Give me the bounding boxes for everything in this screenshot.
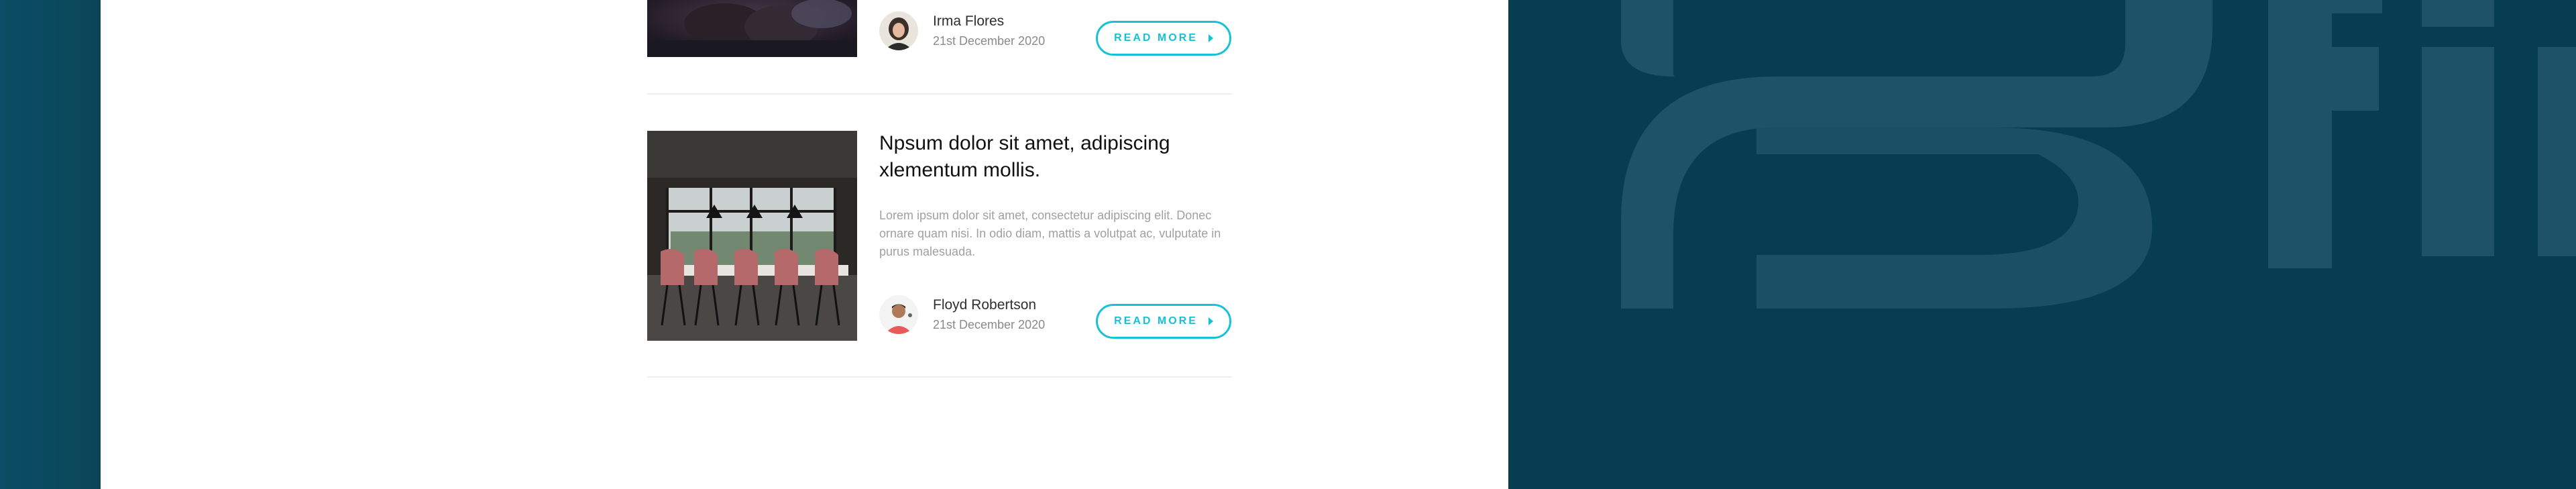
post-1-read-more-button[interactable]: READ MORE — [1096, 21, 1231, 56]
author-avatar — [879, 295, 918, 334]
brand-logo-watermark — [1621, 0, 2576, 309]
post-2-photo — [647, 131, 857, 341]
caret-right-icon — [1208, 34, 1213, 42]
author-avatar — [879, 11, 918, 50]
post-1-photo — [647, 0, 857, 57]
post-2-image[interactable] — [647, 131, 857, 341]
post-divider — [647, 376, 1232, 378]
post-2-date: 21st December 2020 — [933, 318, 1046, 331]
post-1-image[interactable] — [647, 0, 857, 57]
post-2-excerpt: Lorem ipsum dolor sit amet, consectetur … — [879, 209, 1221, 258]
post-divider — [647, 93, 1232, 95]
post-1-author: Irma Flores — [933, 13, 1005, 29]
brand-background — [1508, 0, 2576, 489]
read-more-label: READ MORE — [1114, 315, 1198, 327]
caret-right-icon — [1208, 317, 1213, 325]
post-1-date: 21st December 2020 — [933, 34, 1046, 48]
post-2-read-more-button[interactable]: READ MORE — [1096, 304, 1231, 339]
page-background-left — [0, 0, 101, 489]
read-more-label: READ MORE — [1114, 32, 1198, 44]
post-2-title[interactable]: Npsum dolor sit amet, adipiscing xlement… — [879, 130, 1228, 184]
post-2-author: Floyd Robertson — [933, 297, 1037, 313]
